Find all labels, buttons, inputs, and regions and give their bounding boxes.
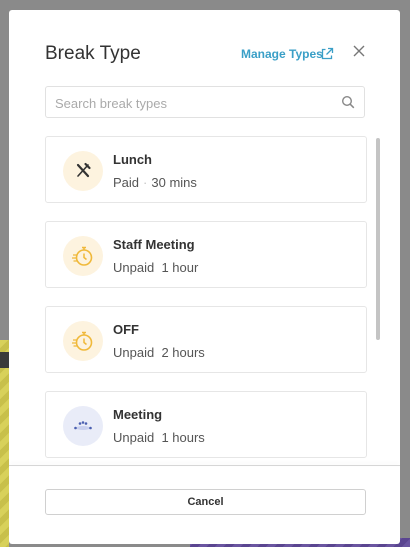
cancel-button[interactable]: Cancel — [45, 489, 366, 515]
break-type-duration: 1 hours — [161, 430, 205, 445]
search-icon — [341, 95, 355, 109]
break-type-badge — [63, 151, 103, 191]
break-type-duration: 2 hours — [161, 345, 205, 360]
close-icon[interactable] — [351, 43, 367, 59]
break-type-modal: Break Type Manage Types Lunch Paid· — [9, 10, 400, 544]
manage-types-link[interactable]: Manage Types — [241, 47, 323, 61]
break-type-pay: Unpaid — [113, 430, 155, 445]
break-type-duration: 30 mins — [151, 175, 197, 190]
background-stripe-left — [0, 340, 9, 547]
detail-separator: · — [143, 175, 148, 190]
footer-divider — [9, 465, 400, 466]
break-type-badge — [63, 236, 103, 276]
break-type-pay: Unpaid — [113, 345, 155, 360]
fork-knife-icon — [76, 162, 91, 178]
break-type-name: Lunch — [113, 152, 152, 167]
background-tab — [0, 352, 9, 368]
break-type-card-lunch[interactable]: Lunch Paid · 30 mins — [45, 136, 367, 203]
break-type-details: Paid · 30 mins — [113, 175, 197, 190]
break-type-pay: Unpaid — [113, 260, 155, 275]
break-type-card-meeting[interactable]: Meeting Unpaid 1 hours — [45, 391, 367, 458]
modal-title: Break Type — [45, 43, 141, 64]
break-type-badge — [63, 321, 103, 361]
break-type-card-staff-meeting[interactable]: Staff Meeting Unpaid 1 hour — [45, 221, 367, 288]
meeting-icon — [74, 421, 92, 430]
break-type-list: Lunch Paid · 30 mins Staff Meeting Unpaid … — [45, 136, 369, 466]
break-type-card-off[interactable]: OFF Unpaid 2 hours — [45, 306, 367, 373]
break-type-name: Staff Meeting — [113, 237, 195, 252]
break-type-name: Meeting — [113, 407, 163, 422]
search-input[interactable] — [46, 87, 337, 119]
list-scrollbar[interactable] — [376, 138, 380, 340]
break-type-details: Unpaid 1 hours — [113, 430, 205, 445]
stopwatch-icon — [72, 246, 93, 266]
break-type-details: Unpaid 1 hour — [113, 260, 198, 275]
break-type-badge — [63, 406, 103, 446]
external-link-icon[interactable] — [320, 47, 334, 61]
break-type-duration: 1 hour — [161, 260, 199, 275]
break-type-name: OFF — [113, 322, 139, 337]
break-type-pay: Paid — [113, 175, 140, 190]
search-box — [45, 86, 365, 119]
break-type-details: Unpaid 2 hours — [113, 345, 205, 360]
stopwatch-icon — [72, 331, 93, 351]
